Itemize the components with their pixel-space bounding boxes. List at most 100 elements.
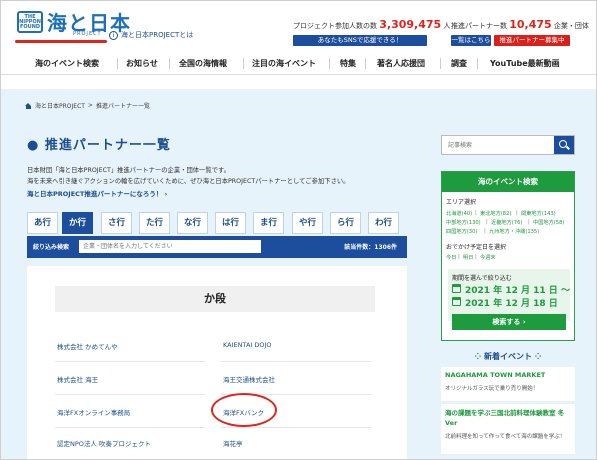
date-from-month: 12 <box>505 286 518 296</box>
partner-list: か段 株式会社 かめてんや KAIENTAI DOJO 株式会社 海王 海王交通… <box>27 266 407 459</box>
nav-divider <box>477 58 478 69</box>
date-from[interactable]: 2021 年 12 月 11 日 〜 <box>465 283 570 296</box>
divider <box>55 361 205 362</box>
filter-bar: 絞り込み検索 該当件数：1306件 <box>27 236 407 258</box>
participants-count: 3,309,475 <box>379 18 442 31</box>
list-item[interactable]: KAIENTAI DOJO <box>223 341 272 349</box>
date-link-tomorrow[interactable]: 明日 <box>463 254 473 261</box>
nav-youtube[interactable]: YouTube最新動画 <box>490 58 560 69</box>
area-link-hokkaido[interactable]: 北海道(40) <box>446 210 472 217</box>
news-title: NAGAHAMA TOWN MARKET <box>445 371 546 379</box>
search-icon[interactable] <box>554 136 574 154</box>
event-search-button-label: 検索する <box>492 318 521 326</box>
area-separator: | <box>475 210 477 216</box>
news-item[interactable]: NAGAHAMA TOWN MARKET オリジナルガラス玩で乗り売り開始！ <box>441 367 575 401</box>
page-frame: THE NIPPON FOUND 海と日本 PROJECT i 海と日本PROJEC… <box>0 0 597 460</box>
date-to-day: 18 <box>533 299 546 309</box>
area-link-shikoku[interactable]: 四国地方(30) <box>446 228 477 235</box>
divider <box>221 361 371 362</box>
participants-label: プロジェクト参加人数の数 <box>293 22 377 30</box>
tab-ka-row[interactable]: か行 <box>62 212 93 234</box>
list-item[interactable]: 海花亭 <box>223 438 243 448</box>
annotation-underline <box>15 40 107 43</box>
nav-special[interactable]: 特集 <box>340 58 356 69</box>
breadcrumb-separator: > <box>87 102 93 109</box>
list-item[interactable]: 海王交通株式会社 <box>223 374 275 384</box>
date-to-month: 12 <box>505 299 518 309</box>
nav-event-search[interactable]: 海のイベント検索 <box>35 58 99 69</box>
divider <box>221 427 371 428</box>
partner-list-button[interactable]: 一覧はこちら <box>451 35 491 46</box>
tab-a-row[interactable]: あ行 <box>27 212 58 234</box>
intro-text-2: 海を未来へ引き継ぐアクションの輪を広げていくために、ぜひ海と日本PROJECTパ… <box>27 178 350 185</box>
news-text: オリジナルガラス玩で乗り売り開始！ <box>445 386 539 392</box>
news-item[interactable]: 海の課題を学ぶ三国北前料理体験教室 冬Ver 北前料理を知って作って食べて海の課… <box>441 404 575 454</box>
breadcrumb-home[interactable]: 海と日本PROJECT <box>35 101 85 110</box>
area-separator: | <box>516 210 518 216</box>
list-item[interactable]: 株式会社 海王 <box>57 374 98 384</box>
divider <box>55 394 205 395</box>
calendar-icon[interactable] <box>452 284 461 293</box>
home-icon <box>25 102 32 109</box>
news-title: 海の課題を学ぶ三国北前料理体験教室 冬Ver <box>445 409 565 427</box>
tab-na-row[interactable]: な行 <box>177 212 208 234</box>
become-partner-link-label: 海と日本PROJECT推進パートナーになろう！ <box>27 190 163 198</box>
date-from-day: 11 <box>533 286 546 296</box>
nav-featured-events[interactable]: 注目の海イベント <box>252 58 316 69</box>
page-title-text: 推進パートナー一覧 <box>44 138 171 153</box>
area-link-kanto[interactable]: 関東地方(143) <box>521 210 556 217</box>
nav-sea-info[interactable]: 全国の海情報 <box>179 58 227 69</box>
nippon-foundation-logo[interactable]: THE NIPPON FOUND <box>17 11 43 33</box>
tab-ya-row[interactable]: や行 <box>292 212 323 234</box>
area-link-chugoku[interactable]: 中国地方(58) <box>533 219 564 226</box>
tab-ha-row[interactable]: は行 <box>215 212 246 234</box>
site-header: THE NIPPON FOUND 海と日本 PROJECT i 海と日本PROJEC… <box>1 1 596 53</box>
tab-sa-row[interactable]: さ行 <box>101 212 132 234</box>
tab-wa-row[interactable]: わ行 <box>368 212 399 234</box>
page-title: ● 推進パートナー一覧 <box>27 138 171 153</box>
date-to-prefix: 2021 年 <box>465 299 503 309</box>
global-nav: 海のイベント検索 お知らせ 全国の海情報 注目の海イベント 特集 著名人応援団 … <box>1 53 596 75</box>
tab-ta-row[interactable]: た行 <box>139 212 170 234</box>
result-count: 該当件数：1306件 <box>344 244 397 251</box>
date-to[interactable]: 2021 年 12 月 18 日 <box>465 296 558 309</box>
participants-stat: プロジェクト参加人数の数 3,309,475 人 <box>293 18 450 31</box>
become-partner-link[interactable]: 海と日本PROJECT推進パートナーになろう！ › <box>27 188 167 198</box>
date-separator: | <box>458 254 460 260</box>
annotation-circle <box>211 393 277 427</box>
tab-ra-row[interactable]: ら行 <box>330 212 361 234</box>
nav-celebrity[interactable]: 著名人応援団 <box>377 58 425 69</box>
nav-news[interactable]: お知らせ <box>126 58 158 69</box>
nav-divider <box>117 58 118 69</box>
article-search <box>441 135 575 155</box>
area-link-chubu[interactable]: 中部地方(130) <box>446 219 481 226</box>
area-label: エリア選択 <box>446 199 477 206</box>
news-text: 北前料理を知って作って食べて海の課題を学ぶ！ <box>445 434 566 440</box>
area-link-kyushu[interactable]: 九州地方・沖縄(135) <box>489 228 539 235</box>
breadcrumb: 海と日本PROJECT > 推進パートナー一覧 <box>25 101 150 110</box>
about-link[interactable]: i 海と日本PROJECTとは <box>109 30 193 40</box>
filter-input[interactable] <box>79 240 261 253</box>
about-link-label: 海と日本PROJECTとは <box>121 31 194 39</box>
partner-recruit-button[interactable]: 推進パートナー募集中 <box>494 35 570 46</box>
filter-label: 絞り込み検索 <box>33 244 70 251</box>
area-separator: | <box>484 228 486 234</box>
date-link-today[interactable]: 今日 <box>446 254 456 261</box>
list-item[interactable]: 認定NPO法人 吹奏プロジェクト <box>57 438 151 448</box>
tab-ma-row[interactable]: ま行 <box>253 212 284 234</box>
event-search-button[interactable]: 検索する › <box>452 314 566 330</box>
area-link-tohoku[interactable]: 東北地方(82) <box>480 210 511 217</box>
list-item[interactable]: 株式会社 かめてんや <box>57 341 118 351</box>
article-search-input[interactable] <box>442 136 554 154</box>
list-item[interactable]: 海洋FXオンライン事務局 <box>57 407 130 417</box>
nav-divider <box>329 58 330 69</box>
date-link-weekend[interactable]: 今週末 <box>480 254 496 261</box>
calendar-icon[interactable] <box>452 297 461 306</box>
area-link-kinki[interactable]: 近畿地方(76) <box>491 219 522 226</box>
sns-support-button[interactable]: あなたもSNSで応援できる！ <box>293 35 427 46</box>
participants-unit: 人 <box>443 22 451 30</box>
section-heading: か段 <box>55 286 375 312</box>
nav-research[interactable]: 調査 <box>451 58 467 69</box>
nav-divider <box>243 58 244 69</box>
event-search-title: 海のイベント検索 <box>442 172 574 192</box>
